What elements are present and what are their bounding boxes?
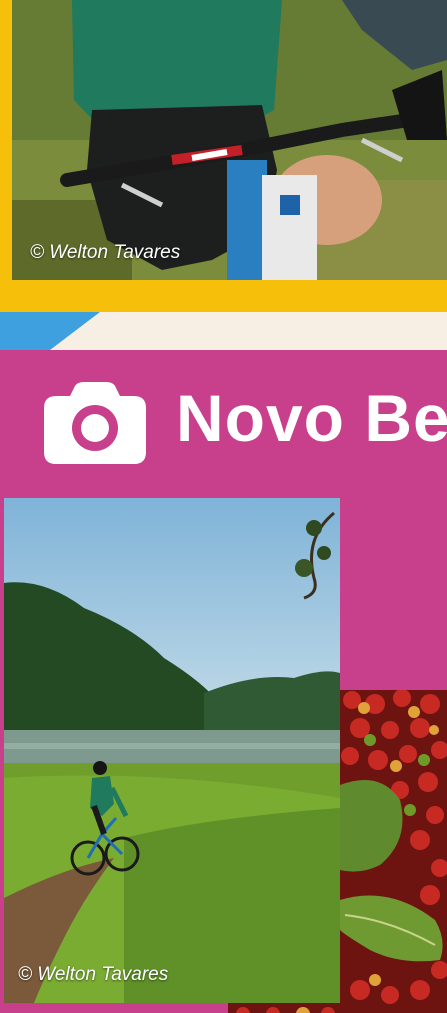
- coffee-photo-edge: [228, 1003, 340, 1013]
- photo-credit: © Welton Tavares: [30, 242, 181, 263]
- top-photo-frame: © Welton Tavares: [0, 0, 447, 312]
- section-divider-stripe: [0, 312, 447, 350]
- cyclist-closeup-photo[interactable]: © Welton Tavares: [12, 0, 447, 280]
- photo-credit: © Welton Tavares: [18, 964, 169, 985]
- camera-icon: [44, 382, 146, 464]
- coffee-cherries-photo[interactable]: [340, 690, 447, 1013]
- brand-header: Novo Be: [0, 350, 447, 500]
- divider-shape: [0, 312, 100, 350]
- landscape-cyclist-photo[interactable]: © Welton Tavares: [4, 498, 340, 1003]
- coffee-cherries-illustration: [340, 690, 447, 1013]
- landscape-illustration: [4, 498, 340, 1003]
- brand-title: Novo Be: [176, 381, 447, 455]
- cyclist-closeup-illustration: [12, 0, 447, 280]
- coffee-edge-illustration: [236, 1007, 335, 1013]
